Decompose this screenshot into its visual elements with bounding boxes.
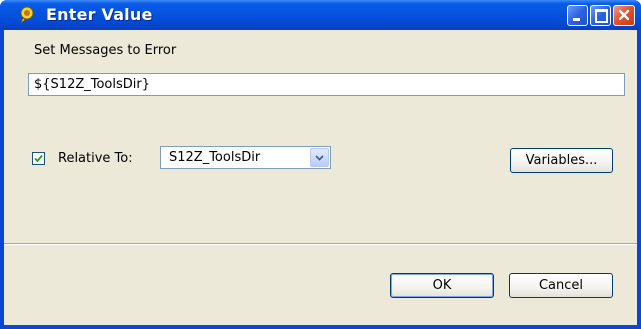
relative-to-select-value: S12Z_ToolsDir bbox=[169, 150, 261, 165]
window-title: Enter Value bbox=[46, 5, 153, 24]
maximize-icon[interactable] bbox=[590, 5, 611, 26]
ok-button[interactable]: OK bbox=[390, 273, 494, 298]
cancel-button[interactable]: Cancel bbox=[509, 273, 613, 298]
relative-to-checkbox[interactable] bbox=[32, 152, 45, 165]
dialog-window: Enter Value Set Messages to Error Relati… bbox=[0, 0, 641, 329]
minimize-icon[interactable] bbox=[567, 5, 588, 26]
value-input[interactable] bbox=[28, 73, 625, 96]
relative-to-select[interactable]: S12Z_ToolsDir bbox=[160, 146, 331, 169]
app-icon bbox=[19, 6, 37, 25]
checkmark-icon bbox=[34, 154, 43, 163]
prompt-label: Set Messages to Error bbox=[34, 43, 177, 58]
separator bbox=[4, 243, 637, 245]
relative-to-label: Relative To: bbox=[58, 151, 133, 166]
title-bar[interactable]: Enter Value bbox=[0, 0, 641, 30]
chevron-down-icon[interactable] bbox=[310, 148, 329, 167]
variables-button[interactable]: Variables... bbox=[510, 148, 613, 173]
close-icon[interactable] bbox=[613, 5, 635, 26]
